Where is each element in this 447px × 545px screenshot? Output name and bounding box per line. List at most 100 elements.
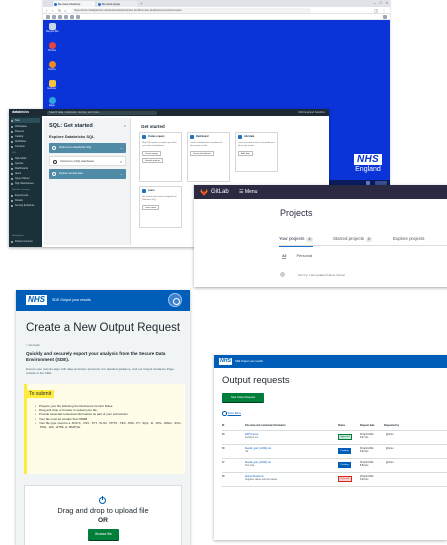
gitlab-topbar: GitLab ☰ Menu — [194, 185, 447, 199]
card-dashboard[interactable]: Dashboard Create a dashboard to visualiz… — [187, 132, 230, 182]
project-filters: All Personal — [282, 253, 312, 259]
close-icon[interactable]: × — [124, 123, 126, 128]
card-button[interactable]: Create query — [142, 151, 161, 157]
sidebar-item-sql-warehouses[interactable]: SQL Warehouses — [11, 181, 40, 186]
step-label: Welcome to Databricks SQL — [59, 146, 92, 149]
card-description: Get started with tutorials and guides fo… — [142, 196, 177, 201]
card-button[interactable]: Sample queries — [142, 158, 164, 164]
data-icon — [238, 135, 242, 139]
minimize-icon[interactable]: – — [374, 0, 376, 5]
project-tabs: Your projects 4 Starred projects 0 Explore… — [279, 232, 447, 247]
card-create-query[interactable]: Create a query Write SQL queries to expl… — [139, 132, 182, 182]
column-header-id: ID — [222, 425, 225, 427]
status-badge: Pending — [338, 448, 352, 454]
arrow-right-icon: → — [119, 145, 123, 150]
desktop-icon-edge[interactable]: Edge — [46, 97, 58, 107]
page-title: Create a New Output Request — [26, 322, 181, 334]
app-title[interactable]: SDE Output your results — [235, 355, 263, 368]
desktop-icon-recycle-bin[interactable]: Recycle Bin — [46, 23, 59, 33]
sidebar-item-new[interactable]: New — [11, 118, 40, 123]
desktop-icon-label: Firefox — [48, 68, 56, 71]
card-learn[interactable]: Learn Get started with tutorials and gui… — [139, 186, 182, 228]
sidebar-item-partner-connect[interactable]: Partner Connect — [11, 239, 40, 244]
tab-explore-projects[interactable]: Explore projects — [393, 232, 424, 246]
sidebar-item-compute[interactable]: Compute — [11, 144, 40, 149]
step-item[interactable]: Connect to a SQL warehouse ○ — [49, 156, 126, 166]
lead-text: Quickly and securely export your analysi… — [26, 351, 166, 362]
page-title: Projects — [280, 208, 313, 218]
tab-favicon-icon — [98, 2, 101, 6]
chrome-icon — [48, 42, 56, 49]
browse-file-button[interactable]: Browse file — [88, 529, 119, 540]
filter-all[interactable]: All — [282, 253, 287, 259]
column-header-status: Status — [338, 425, 346, 427]
nhs-logo[interactable]: NHS — [26, 295, 47, 305]
back-icon[interactable]: ‹ — [46, 8, 47, 13]
tab-your-projects[interactable]: Your projects 4 — [279, 232, 313, 247]
step-item[interactable]: Explore sample data → — [49, 169, 126, 179]
bookmark-icon[interactable] — [383, 15, 387, 19]
bookmark-icon[interactable] — [52, 15, 56, 19]
desktop-icon-label: Recycle Bin — [46, 30, 59, 33]
bookmark-icon[interactable] — [58, 15, 62, 19]
bookmark-icon[interactable] — [64, 15, 68, 19]
nhs-logo: NHS — [353, 154, 382, 165]
workspace-user[interactable]: NHS England Sandbox — [298, 109, 325, 116]
gitlab-menu[interactable]: ☰ Menu — [239, 185, 257, 199]
desktop-icon-firefox[interactable]: Firefox — [46, 61, 58, 71]
close-window-icon[interactable]: × — [386, 0, 388, 5]
column-header-requested-by: Requested by — [384, 425, 400, 427]
card-button[interactable]: Add data — [238, 151, 253, 157]
dashboard-icon — [190, 135, 194, 139]
warning-callout: To submit Prepare your file following th… — [24, 384, 185, 474]
reload-icon[interactable]: ↻ — [58, 8, 61, 13]
databricks-sidebar: New Workspace Recents Catalog Workflows … — [9, 116, 42, 247]
cell-requested-by: @nhs.n — [386, 448, 394, 450]
firefox-icon — [48, 61, 56, 68]
show-filters-link[interactable]: Show filters — [222, 411, 241, 416]
back-link[interactable]: < Go back — [26, 343, 40, 347]
tab-starred-projects[interactable]: Starred projects 0 — [333, 232, 373, 246]
tab-label: Remote Desktop — [58, 2, 81, 6]
or-text: OR — [98, 517, 108, 524]
nhs-logo[interactable]: NHS — [219, 358, 232, 365]
menu-icon[interactable]: ⋮ — [382, 8, 386, 13]
filter-personal[interactable]: Personal — [296, 253, 312, 258]
project-row[interactable]: Sort by: Last updated Name Owner — [280, 272, 447, 278]
step-item[interactable]: Welcome to Databricks SQL → — [49, 143, 126, 153]
home-icon[interactable]: ⌂ — [64, 8, 66, 13]
gitlab-logo-icon[interactable] — [200, 188, 208, 196]
url-input[interactable]: https://trust.nhsdigital.nhs.uk/rdweb/we… — [71, 8, 311, 13]
sidebar-item-serving[interactable]: Serving Endpoints — [11, 203, 40, 208]
card-title: Create a query — [148, 135, 165, 138]
hamburger-icon: ☰ — [239, 189, 244, 195]
desktop-icon-explorer[interactable]: Explorer — [46, 80, 58, 90]
bookmark-icon[interactable] — [46, 15, 50, 19]
bookmark-icon[interactable] — [76, 15, 80, 19]
cell-file-name[interactable]: Results_part_1(2023).csv — [245, 448, 271, 451]
extensions-icon[interactable]: ◫ — [374, 8, 378, 13]
project-row-text: Sort by: Last updated Name Owner — [298, 273, 346, 277]
column-header-file: File name and contextual information — [245, 425, 286, 427]
app-title[interactable]: SDE Output your results — [52, 290, 91, 311]
databricks-search-input[interactable]: Search data, notebooks, recents, and mor… — [47, 110, 157, 115]
card-button[interactable]: Learn more — [142, 205, 160, 211]
new-tab-icon[interactable]: + — [140, 1, 142, 6]
divider — [222, 444, 447, 445]
bookmark-icon[interactable] — [70, 15, 74, 19]
databricks-logo[interactable]: databricks — [12, 109, 29, 116]
book-icon — [142, 189, 146, 193]
desktop-icon-label: Chrome — [47, 49, 57, 52]
desktop-icon-chrome[interactable]: Chrome — [46, 42, 58, 52]
account-icon[interactable] — [168, 293, 182, 307]
cell-id: 85 — [222, 476, 225, 478]
card-add-data[interactable]: Add data Connect to data sources and upl… — [235, 132, 278, 172]
maximize-icon[interactable]: □ — [380, 0, 382, 5]
file-drop-zone[interactable]: Drag and drop to upload file OR Browse f… — [24, 485, 182, 545]
card-button[interactable]: Create dashboard — [190, 151, 214, 157]
gitlab-name[interactable]: GitLab — [211, 185, 229, 199]
cell-requested-by: @nhs.n — [386, 434, 394, 436]
forward-icon[interactable]: › — [52, 8, 53, 13]
cell-time: 9:27 am — [360, 437, 369, 439]
new-output-request-button[interactable]: New Output Request — [222, 393, 264, 402]
